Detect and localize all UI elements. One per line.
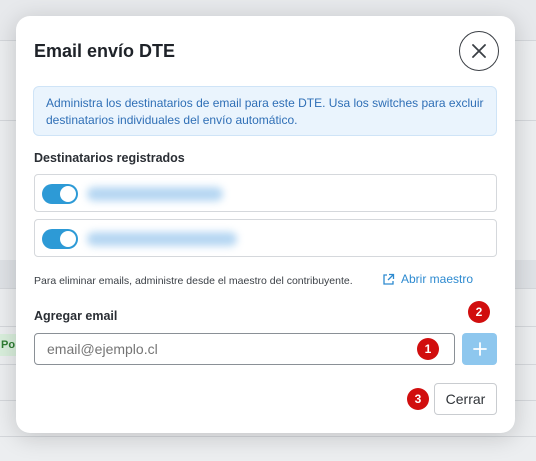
recipient-row bbox=[34, 174, 497, 212]
external-link-icon bbox=[383, 273, 395, 285]
step-badge-1: 1 bbox=[417, 338, 439, 360]
add-email-label: Agregar email bbox=[34, 309, 118, 323]
modal-title: Email envío DTE bbox=[34, 41, 176, 61]
toggle-knob bbox=[60, 231, 76, 247]
step-badge-2: 2 bbox=[468, 301, 490, 323]
delete-note: Para eliminar emails, administre desde e… bbox=[34, 275, 353, 287]
step-badge-3: 3 bbox=[407, 388, 429, 410]
close-icon bbox=[472, 44, 486, 58]
email-input[interactable] bbox=[34, 333, 455, 365]
close-modal-button[interactable] bbox=[459, 31, 499, 71]
info-alert: Administra los destinatarios de email pa… bbox=[33, 86, 497, 136]
redacted-email bbox=[87, 232, 237, 246]
redacted-email bbox=[87, 187, 223, 201]
open-master-link[interactable]: Abrir maestro bbox=[382, 272, 473, 286]
recipient-toggle[interactable] bbox=[42, 229, 78, 249]
email-dte-modal: Email envío DTE Administra los destinata… bbox=[16, 16, 515, 433]
close-button[interactable]: Cerrar bbox=[434, 383, 497, 415]
open-master-label: Abrir maestro bbox=[401, 272, 474, 286]
plus-icon bbox=[472, 342, 487, 356]
add-email-button[interactable] bbox=[462, 333, 497, 365]
toggle-knob bbox=[60, 186, 76, 202]
registered-recipients-label: Destinatarios registrados bbox=[34, 151, 185, 165]
recipient-toggle[interactable] bbox=[42, 184, 78, 204]
recipient-row bbox=[34, 219, 497, 257]
backdrop-divider bbox=[0, 436, 536, 437]
